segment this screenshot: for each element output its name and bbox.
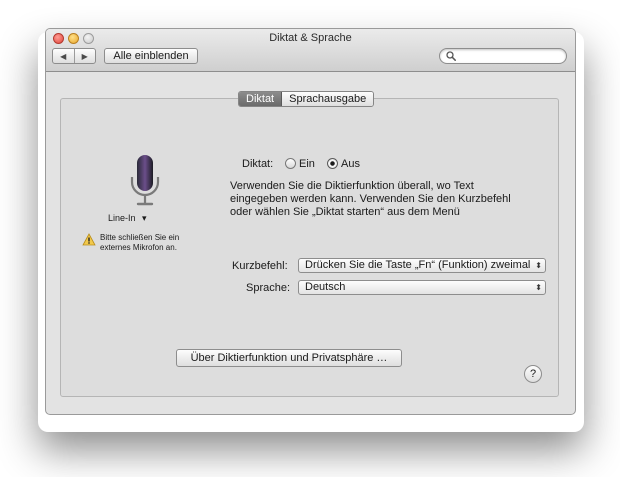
dictation-off-radio[interactable]: [327, 158, 338, 169]
language-label: Sprache:: [246, 282, 291, 294]
shortcut-chevron-icon: ⬍: [535, 261, 542, 270]
microphone-warning-text: Bitte schließen Sie ein externes Mikrofo…: [100, 233, 180, 252]
back-arrow-icon: ◀: [60, 51, 67, 61]
show-all-button[interactable]: Alle einblenden: [104, 48, 198, 64]
language-popup[interactable]: Deutsch ⬍: [298, 280, 546, 295]
language-value: Deutsch: [305, 281, 346, 293]
shortcut-label: Kurzbefehl:: [232, 260, 288, 272]
dictation-off-label[interactable]: Aus: [341, 158, 360, 170]
forward-button[interactable]: ▶: [73, 49, 96, 63]
shortcut-value: Drücken Sie die Taste „Fn“ (Funktion) zw…: [305, 259, 531, 271]
privacy-button[interactable]: Über Diktierfunktion und Privatsphäre …: [176, 349, 402, 367]
tab-bar: Diktat Sprachausgabe: [238, 91, 375, 107]
window-title: Diktat & Sprache: [269, 32, 352, 44]
back-forward-group: ◀ ▶: [52, 48, 96, 64]
search-field[interactable]: [439, 48, 567, 64]
search-icon: [446, 51, 456, 61]
language-chevron-icon: ⬍: [535, 283, 542, 292]
back-button[interactable]: ◀: [53, 49, 74, 63]
dictation-on-label[interactable]: Ein: [299, 158, 315, 170]
input-source-label: Line-In: [108, 213, 136, 223]
tab-sprachausgabe[interactable]: Sprachausgabe: [282, 92, 374, 106]
microphone-icon: [130, 155, 160, 206]
title-bar[interactable]: Diktat & Sprache ◀ ▶ Alle einblenden: [46, 29, 575, 72]
preferences-window: Diktat & Sprache ◀ ▶ Alle einblenden Dik…: [45, 28, 576, 415]
shortcut-popup[interactable]: Drücken Sie die Taste „Fn“ (Funktion) zw…: [298, 258, 546, 273]
input-source-arrow-icon: ▾: [142, 213, 147, 223]
help-button[interactable]: ?: [524, 365, 542, 383]
tab-diktat[interactable]: Diktat: [239, 92, 283, 106]
input-source-popup[interactable]: Line-In ▾: [108, 213, 147, 224]
dictation-description: Verwenden Sie die Diktierfunktion überal…: [230, 180, 511, 218]
warning-icon: [82, 233, 96, 246]
dictation-label: Diktat:: [242, 158, 274, 170]
forward-arrow-icon: ▶: [81, 51, 88, 61]
dictation-on-radio[interactable]: [285, 158, 296, 169]
